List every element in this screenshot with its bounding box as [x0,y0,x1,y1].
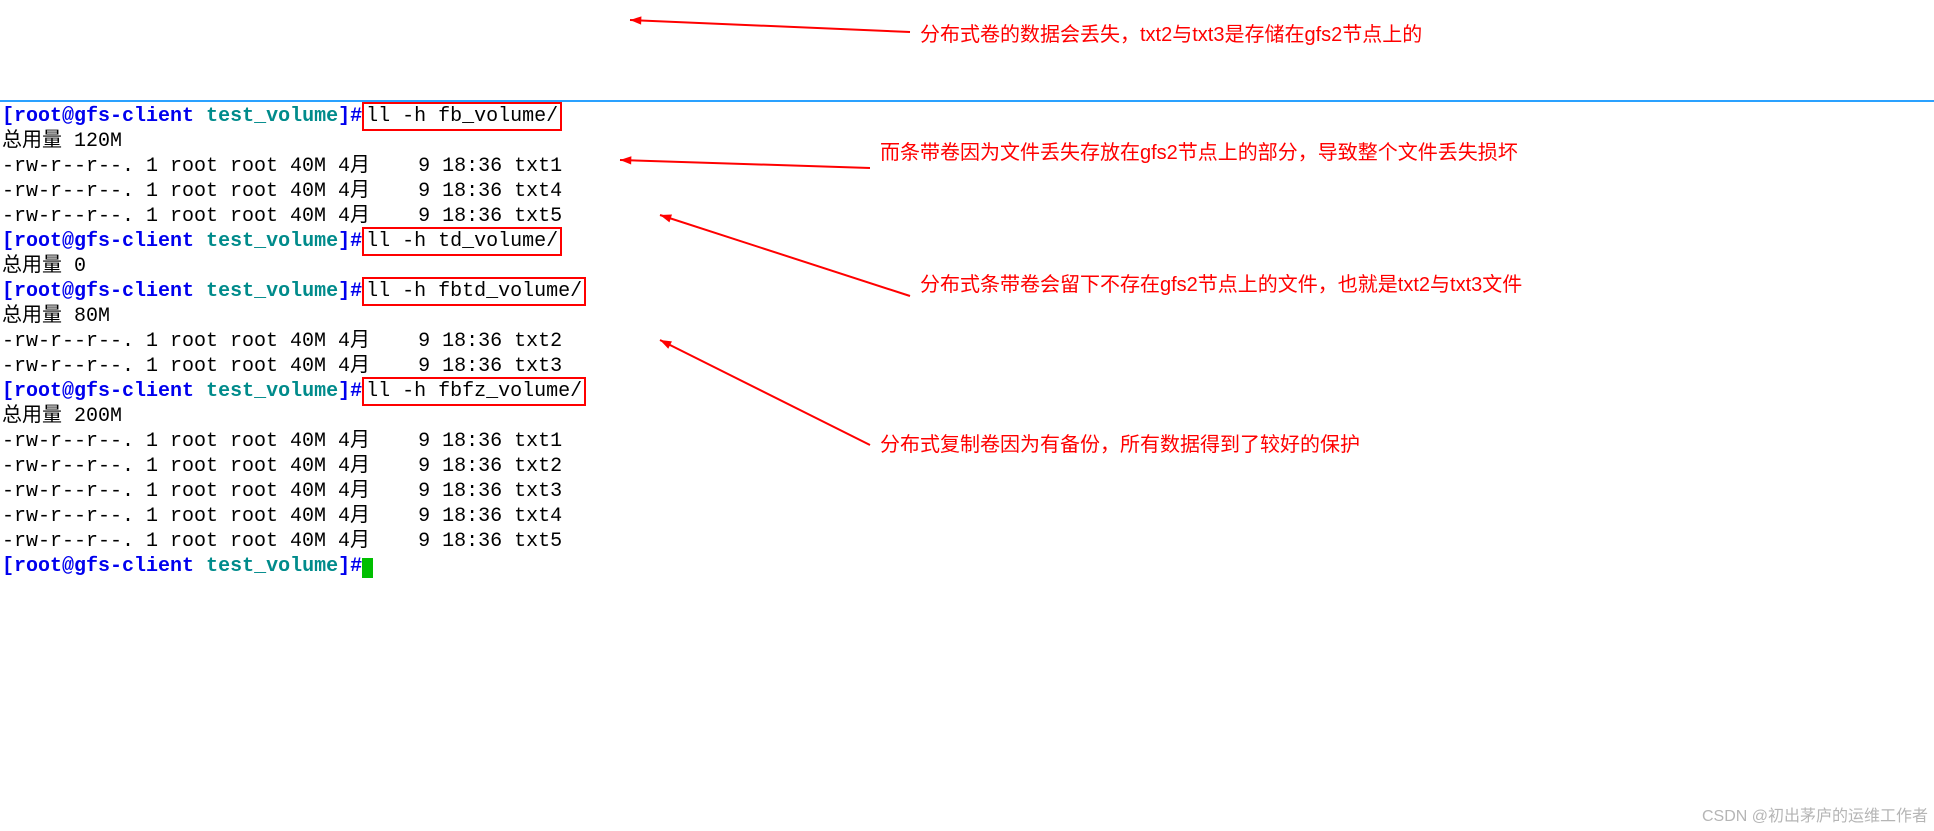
terminal-output: [root@gfs-client test_volume]# ll -h fb_v… [0,100,1934,581]
prompt-line: [root@gfs-client test_volume]#ll -h fb_v… [2,104,1932,129]
annotation-text: 分布式卷的数据会丢失，txt2与txt3是存储在gfs2节点上的 [920,22,1580,48]
annotation-text: 分布式条带卷会留下不存在gfs2节点上的文件，也就是txt2与txt3文件 [920,272,1600,298]
cursor [362,558,373,578]
file-row: -rw-r--r--. 1 root root 40M 4月 9 18:36 t… [2,204,1932,229]
watermark: CSDN @初出茅庐的运维工作者 [1702,804,1928,829]
prompt-line: [root@gfs-client test_volume]#ll -h fbfz… [2,379,1932,404]
command-box: ll -h fbtd_volume/ [362,277,586,306]
annotation-text: 而条带卷因为文件丢失存放在gfs2节点上的部分，导致整个文件丢失损坏 [880,140,1580,166]
arrow-icon [618,8,922,44]
total-line: 总用量 80M [2,304,1932,329]
command-box: ll -h fbfz_volume/ [362,377,586,406]
command-box: ll -h fb_volume/ [362,102,562,131]
prompt-line: [root@gfs-client test_volume]# [2,554,1932,579]
annotation-text: 分布式复制卷因为有备份，所有数据得到了较好的保护 [880,432,1580,458]
total-line: 总用量 200M [2,404,1932,429]
file-row: -rw-r--r--. 1 root root 40M 4月 9 18:36 t… [2,504,1932,529]
prompt-line: [root@gfs-client test_volume]#ll -h td_v… [2,229,1932,254]
file-row: -rw-r--r--. 1 root root 40M 4月 9 18:36 t… [2,354,1932,379]
file-row: -rw-r--r--. 1 root root 40M 4月 9 18:36 t… [2,479,1932,504]
command-box: ll -h td_volume/ [362,227,562,256]
file-row: -rw-r--r--. 1 root root 40M 4月 9 18:36 t… [2,529,1932,554]
file-row: -rw-r--r--. 1 root root 40M 4月 9 18:36 t… [2,179,1932,204]
file-row: -rw-r--r--. 1 root root 40M 4月 9 18:36 t… [2,329,1932,354]
